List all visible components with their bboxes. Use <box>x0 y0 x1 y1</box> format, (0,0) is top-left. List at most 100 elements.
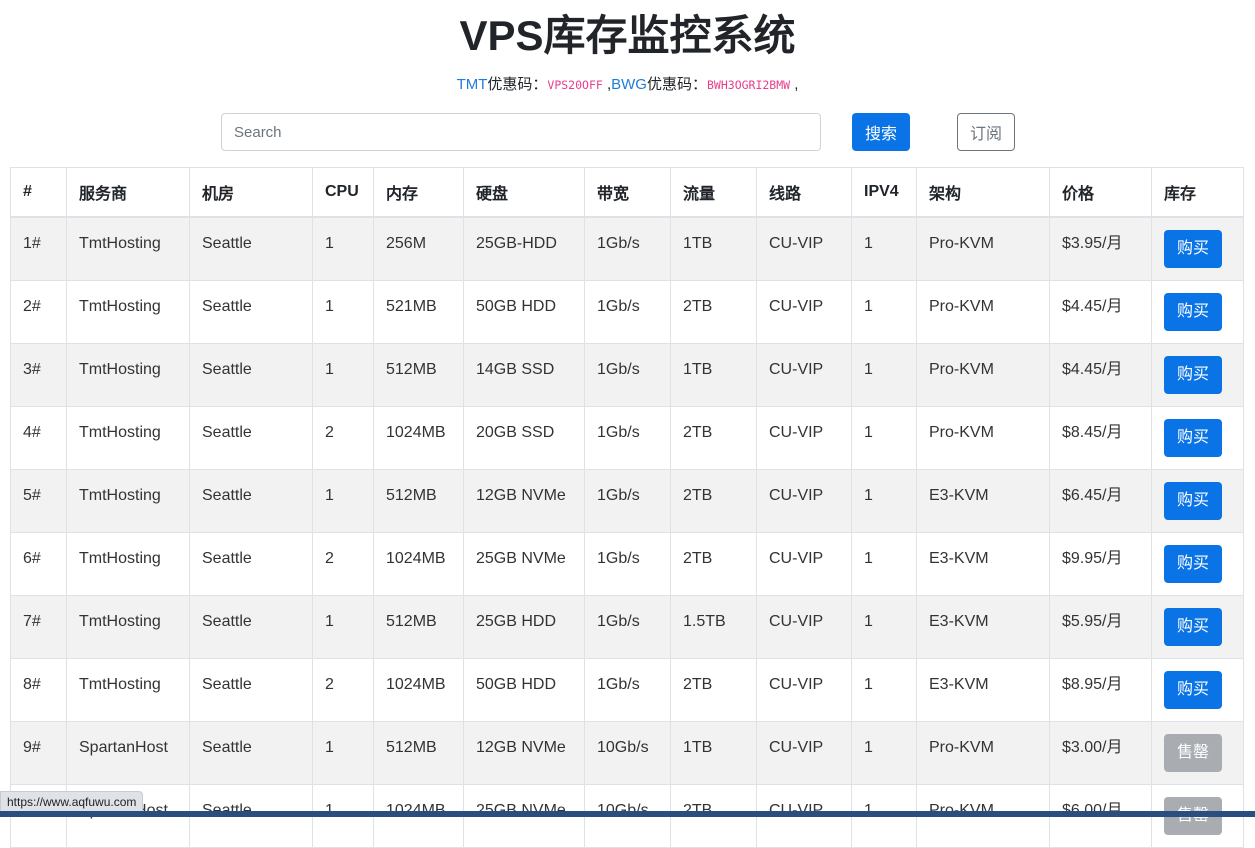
row-line: CU-VIP <box>756 342 852 407</box>
row-ram: 256M <box>373 216 464 281</box>
row-cpu: 1 <box>312 279 374 344</box>
row-disk: 12GB NVMe <box>463 720 585 785</box>
row-ipv4: 1 <box>851 216 917 281</box>
buy-button[interactable]: 购买 <box>1164 230 1222 268</box>
row-disk: 25GB-HDD <box>463 216 585 281</box>
row-provider: SpartanHost <box>66 720 190 785</box>
row-arch: E3-KVM <box>916 657 1050 722</box>
header-provider: 服务商 <box>66 167 190 218</box>
row-arch: Pro-KVM <box>916 216 1050 281</box>
row-price: $4.45/月 <box>1049 342 1152 407</box>
row-index: 3# <box>10 342 67 407</box>
row-stock: 购买 <box>1151 594 1244 659</box>
row-index: 7# <box>10 594 67 659</box>
row-index: 1# <box>10 216 67 281</box>
row-bandwidth: 1Gb/s <box>584 594 671 659</box>
row-stock: 购买 <box>1151 531 1244 596</box>
row-provider: TmtHosting <box>66 531 190 596</box>
buy-button[interactable]: 购买 <box>1164 355 1222 394</box>
buy-button[interactable]: 购买 <box>1164 670 1222 709</box>
search-button[interactable]: 搜索 <box>852 113 910 151</box>
row-arch: Pro-KVM <box>916 279 1050 344</box>
row-line: CU-VIP <box>756 594 852 659</box>
row-stock: 购买 <box>1151 405 1244 470</box>
row-datacenter: Seattle <box>189 342 313 407</box>
table-row: 5# TmtHosting Seattle 1 512MB 12GB NVMe 1Gb/s 2… <box>10 468 1244 533</box>
header-traffic: 流量 <box>670 167 757 218</box>
row-traffic: 1TB <box>670 216 757 281</box>
subscribe-button[interactable]: 订阅 <box>957 113 1015 151</box>
header-disk: 硬盘 <box>463 167 585 218</box>
table-row: 4# TmtHosting Seattle 2 1024MB 20GB SSD 1Gb/s 2… <box>10 405 1244 470</box>
buy-button[interactable]: 购买 <box>1164 418 1222 457</box>
row-cpu: 1 <box>312 468 374 533</box>
header-line: 线路 <box>756 167 852 218</box>
row-traffic: 2TB <box>670 405 757 470</box>
inventory-table: # 服务商 机房 CPU 内存 硬盘 带宽 流量 线路 IPV4 架构 价格 库… <box>10 167 1244 848</box>
row-line: CU-VIP <box>756 531 852 596</box>
row-ram: 1024MB <box>373 405 464 470</box>
header-datacenter: 机房 <box>189 167 313 218</box>
tmt-link[interactable]: TMT <box>457 76 488 93</box>
row-disk: 25GB HDD <box>463 594 585 659</box>
row-cpu: 1 <box>312 216 374 281</box>
row-disk: 12GB NVMe <box>463 468 585 533</box>
buy-button[interactable]: 购买 <box>1164 544 1222 583</box>
table-row: 3# TmtHosting Seattle 1 512MB 14GB SSD 1Gb/s 1T… <box>10 342 1244 407</box>
row-bandwidth: 10Gb/s <box>584 720 671 785</box>
page-title: VPS库存监控系统 <box>459 12 796 59</box>
bwg-promo-code: BWH3OGRI2BMW <box>707 78 791 92</box>
bwg-link[interactable]: BWG <box>611 76 647 93</box>
taskbar <box>0 811 1255 817</box>
row-index: 4# <box>10 405 67 470</box>
row-bandwidth: 1Gb/s <box>584 531 671 596</box>
row-provider: TmtHosting <box>66 405 190 470</box>
row-disk: 20GB SSD <box>463 405 585 470</box>
row-traffic: 2TB <box>670 531 757 596</box>
table-header-row: # 服务商 机房 CPU 内存 硬盘 带宽 流量 线路 IPV4 架构 价格 库… <box>10 167 1244 218</box>
row-ram: 512MB <box>373 720 464 785</box>
search-input[interactable] <box>221 113 821 151</box>
row-bandwidth: 1Gb/s <box>584 405 671 470</box>
row-arch: Pro-KVM <box>916 720 1050 785</box>
row-ipv4: 1 <box>851 279 917 344</box>
header-cpu: CPU <box>312 167 374 218</box>
buy-button[interactable]: 购买 <box>1164 607 1222 646</box>
header-price: 价格 <box>1049 167 1152 218</box>
row-bandwidth: 1Gb/s <box>584 342 671 407</box>
row-ipv4: 1 <box>851 657 917 722</box>
row-ipv4: 1 <box>851 468 917 533</box>
table-row: 7# TmtHosting Seattle 1 512MB 25GB HDD 1Gb/s 1.… <box>10 594 1244 659</box>
row-ram: 512MB <box>373 594 464 659</box>
row-price: $5.95/月 <box>1049 594 1152 659</box>
bwg-promo-label: 优惠码： <box>646 76 707 93</box>
row-provider: TmtHosting <box>66 342 190 407</box>
tmt-promo-label: 优惠码： <box>487 76 548 93</box>
row-bandwidth: 1Gb/s <box>584 657 671 722</box>
header-ipv4: IPV4 <box>851 167 917 218</box>
browser-status-url: https://www.aqfuwu.com <box>0 791 144 813</box>
header-bandwidth: 带宽 <box>584 167 671 218</box>
row-datacenter: Seattle <box>189 405 313 470</box>
row-cpu: 1 <box>312 720 374 785</box>
buy-button[interactable]: 购买 <box>1164 481 1222 520</box>
row-arch: Pro-KVM <box>916 405 1050 470</box>
row-stock: 购买 <box>1151 657 1244 722</box>
table-row: 9# SpartanHost Seattle 1 512MB 12GB NVMe 10Gb/… <box>10 720 1244 785</box>
row-ipv4: 1 <box>851 342 917 407</box>
row-ram: 1024MB <box>373 657 464 722</box>
row-ipv4: 1 <box>851 594 917 659</box>
row-disk: 50GB HDD <box>463 657 585 722</box>
row-datacenter: Seattle <box>189 468 313 533</box>
row-line: CU-VIP <box>756 279 852 344</box>
row-price: $3.00/月 <box>1049 720 1152 785</box>
row-arch: E3-KVM <box>916 531 1050 596</box>
row-datacenter: Seattle <box>189 720 313 785</box>
row-ram: 512MB <box>373 342 464 407</box>
table-row: 2# TmtHosting Seattle 1 521MB 50GB HDD 1Gb/s 2T… <box>10 279 1244 344</box>
row-traffic: 1TB <box>670 342 757 407</box>
row-ipv4: 1 <box>851 531 917 596</box>
row-traffic: 1.5TB <box>670 594 757 659</box>
row-ram: 521MB <box>373 279 464 344</box>
buy-button[interactable]: 购买 <box>1164 292 1222 331</box>
